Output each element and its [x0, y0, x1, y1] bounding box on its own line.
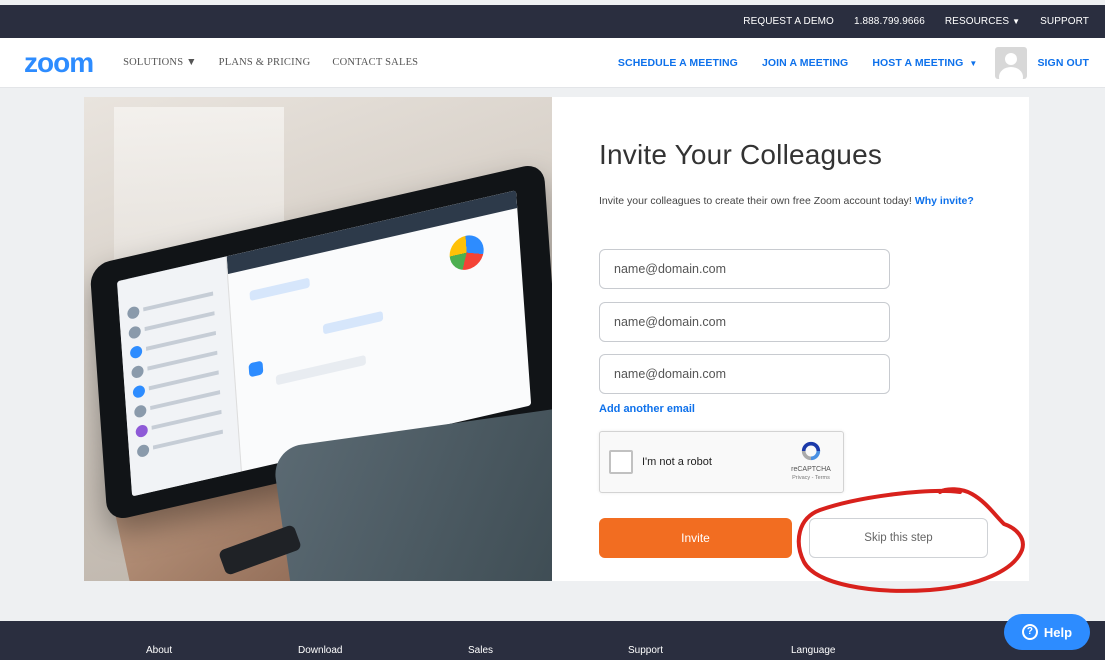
plans-pricing-link[interactable]: PLANS & PRICING — [219, 57, 311, 68]
email-field-2[interactable] — [599, 302, 890, 342]
join-meeting-link[interactable]: JOIN A MEETING — [762, 57, 848, 69]
recaptcha-checkbox[interactable] — [609, 450, 633, 474]
nav-left: SOLUTIONS ▼ PLANS & PRICING CONTACT SALE… — [123, 57, 440, 68]
recaptcha-icon — [801, 441, 821, 461]
caret-down-icon: ▼ — [1012, 17, 1021, 26]
subtitle: Invite your colleagues to create their o… — [599, 195, 974, 207]
recaptcha-label: I'm not a robot — [642, 456, 712, 468]
app-icon — [248, 360, 264, 378]
zoom-logo[interactable]: zoom — [24, 47, 94, 79]
footer-language-link[interactable]: Language — [791, 645, 836, 656]
schedule-meeting-link[interactable]: SCHEDULE A MEETING — [618, 57, 738, 69]
footer-sales-link[interactable]: Sales — [468, 645, 493, 656]
caret-down-icon: ▼ — [186, 57, 197, 68]
help-icon: ? — [1021, 624, 1038, 640]
sign-out-link[interactable]: SIGN OUT — [1037, 57, 1089, 69]
caret-down-icon: ▼ — [969, 58, 978, 68]
recaptcha-terms[interactable]: Privacy - Terms — [786, 475, 836, 481]
email-field-3[interactable] — [599, 354, 890, 394]
recaptcha-brand: reCAPTCHA — [791, 466, 831, 473]
resources-menu[interactable]: RESOURCES ▼ — [945, 16, 1020, 27]
main-nav: zoom SOLUTIONS ▼ PLANS & PRICING CONTACT… — [0, 38, 1105, 88]
chat-bubble — [275, 354, 367, 386]
help-label: Help — [1043, 624, 1073, 640]
chat-bubble — [322, 310, 384, 335]
help-button[interactable]: ? Help — [1004, 614, 1090, 650]
footer-download-link[interactable]: Download — [298, 645, 342, 656]
resources-label: RESOURCES — [944, 16, 1010, 27]
footer-about-link[interactable]: About — [146, 645, 172, 656]
phone-link[interactable]: 1.888.799.9666 — [854, 16, 925, 27]
utility-bar: REQUEST A DEMO 1.888.799.9666 RESOURCES ▼… — [0, 5, 1105, 38]
chat-bubble — [249, 277, 310, 302]
support-link[interactable]: SUPPORT — [1040, 16, 1089, 27]
page-title: Invite Your Colleagues — [599, 139, 883, 170]
host-meeting-label: HOST A MEETING — [872, 56, 964, 69]
pie-graphic — [448, 231, 485, 274]
footer: About Download Sales Support Language — [0, 621, 1105, 660]
avatar[interactable] — [995, 46, 1028, 79]
contact-sales-link[interactable]: CONTACT SALES — [332, 57, 418, 68]
solutions-label: SOLUTIONS — [123, 57, 184, 68]
why-invite-link[interactable]: Why invite? — [915, 195, 974, 207]
hero-image — [84, 97, 552, 581]
request-demo-link[interactable]: REQUEST A DEMO — [743, 16, 834, 27]
solutions-menu[interactable]: SOLUTIONS ▼ — [123, 57, 197, 68]
subtitle-text: Invite your colleagues to create their o… — [599, 195, 912, 207]
email-field-1[interactable] — [599, 249, 890, 289]
invite-button[interactable]: Invite — [599, 518, 792, 558]
footer-support-link[interactable]: Support — [628, 645, 663, 656]
host-meeting-menu[interactable]: HOST A MEETING ▼ — [872, 57, 977, 69]
nav-right: SCHEDULE A MEETING JOIN A MEETING HOST A… — [594, 46, 1105, 79]
annotation-circle — [796, 487, 1025, 593]
add-another-email-link[interactable]: Add another email — [599, 403, 695, 415]
